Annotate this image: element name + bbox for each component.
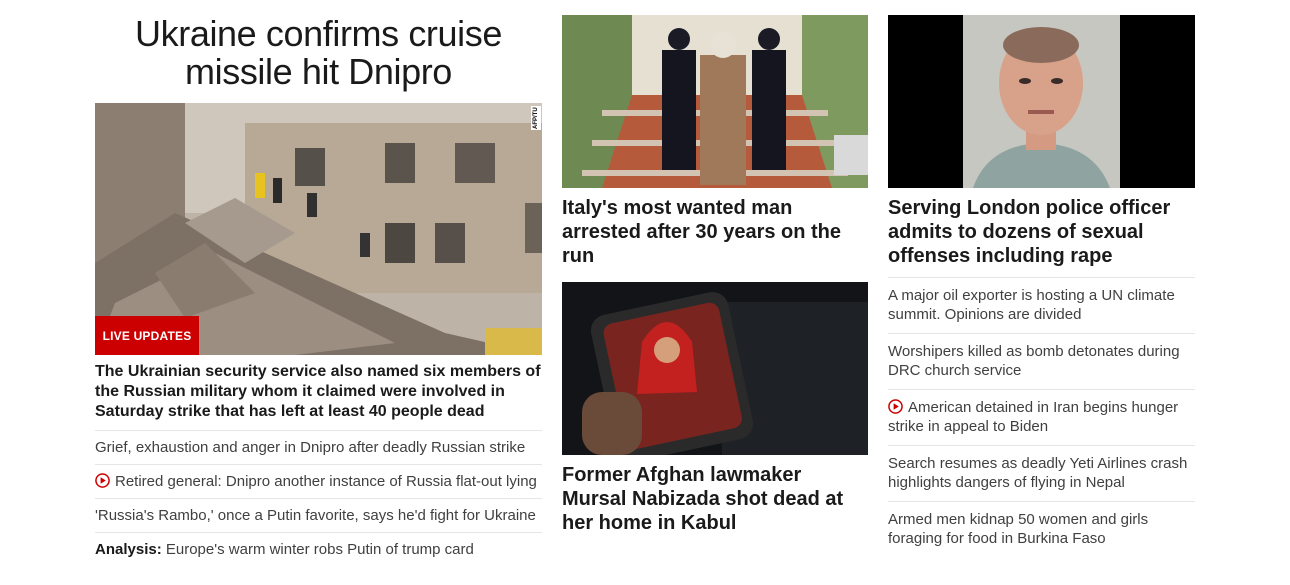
story3-headline[interactable]: Serving London police officer admits to … xyxy=(888,188,1195,268)
related-link-2[interactable]: Retired general: Dnipro another instance… xyxy=(95,473,537,491)
list-item: A major oil exporter is hosting a UN cli… xyxy=(888,277,1195,333)
story1-headline[interactable]: Italy's most wanted man arrested after 3… xyxy=(562,188,868,268)
analysis-text: Europe's warm winter robs Putin of trump… xyxy=(161,540,474,558)
right-link-2[interactable]: Worshipers killed as bomb detonates duri… xyxy=(888,342,1195,380)
analysis-label: Analysis: xyxy=(95,540,162,558)
story3-image[interactable] xyxy=(888,15,1195,188)
list-item: Retired general: Dnipro another instance… xyxy=(95,464,542,498)
lead-related-list: Grief, exhaustion and anger in Dnipro af… xyxy=(95,430,542,566)
lead-caption[interactable]: The Ukrainian security service also name… xyxy=(95,355,542,430)
right-link-3-text: American detained in Iran begins hunger … xyxy=(888,399,1179,435)
story1-image[interactable] xyxy=(562,15,868,188)
list-item: Armed men kidnap 50 women and girls fora… xyxy=(888,501,1195,557)
related-link-1[interactable]: Grief, exhaustion and anger in Dnipro af… xyxy=(95,439,525,457)
right-link-4[interactable]: Search resumes as deadly Yeti Airlines c… xyxy=(888,454,1195,492)
story2-image[interactable] xyxy=(562,282,868,455)
list-item: 'Russia's Rambo,' once a Putin favorite,… xyxy=(95,498,542,532)
list-item: Search resumes as deadly Yeti Airlines c… xyxy=(888,445,1195,501)
related-link-3[interactable]: 'Russia's Rambo,' once a Putin favorite,… xyxy=(95,507,536,525)
play-video-icon xyxy=(95,472,110,488)
phone-photo xyxy=(562,282,868,455)
list-item: American detained in Iran begins hunger … xyxy=(888,389,1195,445)
right-links-list: A major oil exporter is hosting a UN cli… xyxy=(888,277,1195,557)
photo-credit: AFP/TU xyxy=(531,106,541,130)
right-column: Serving London police officer admits to … xyxy=(888,0,1195,557)
right-link-1[interactable]: A major oil exporter is hosting a UN cli… xyxy=(888,286,1195,324)
list-item: Grief, exhaustion and anger in Dnipro af… xyxy=(95,430,542,464)
lead-story: Ukraine confirms cruise missile hit Dnip… xyxy=(95,0,542,566)
list-item: Worshipers killed as bomb detonates duri… xyxy=(888,333,1195,389)
right-link-3[interactable]: American detained in Iran begins hunger … xyxy=(888,398,1195,436)
mugshot-photo xyxy=(888,15,1195,188)
play-video-icon xyxy=(888,399,903,414)
right-link-5[interactable]: Armed men kidnap 50 women and girls fora… xyxy=(888,510,1195,548)
middle-column: Italy's most wanted man arrested after 3… xyxy=(562,0,868,534)
related-link-2-text: Retired general: Dnipro another instance… xyxy=(115,472,537,490)
live-updates-badge[interactable]: LIVE UPDATES xyxy=(95,316,199,355)
story2-headline[interactable]: Former Afghan lawmaker Mursal Nabizada s… xyxy=(562,455,868,535)
analysis-link[interactable]: Analysis: Europe's warm winter robs Puti… xyxy=(95,541,474,559)
arrest-photo xyxy=(562,15,868,188)
lead-headline[interactable]: Ukraine confirms cruise missile hit Dnip… xyxy=(95,0,542,103)
list-item: Analysis: Europe's warm winter robs Puti… xyxy=(95,532,542,566)
lead-image[interactable]: AFP/TU LIVE UPDATES xyxy=(95,103,542,355)
